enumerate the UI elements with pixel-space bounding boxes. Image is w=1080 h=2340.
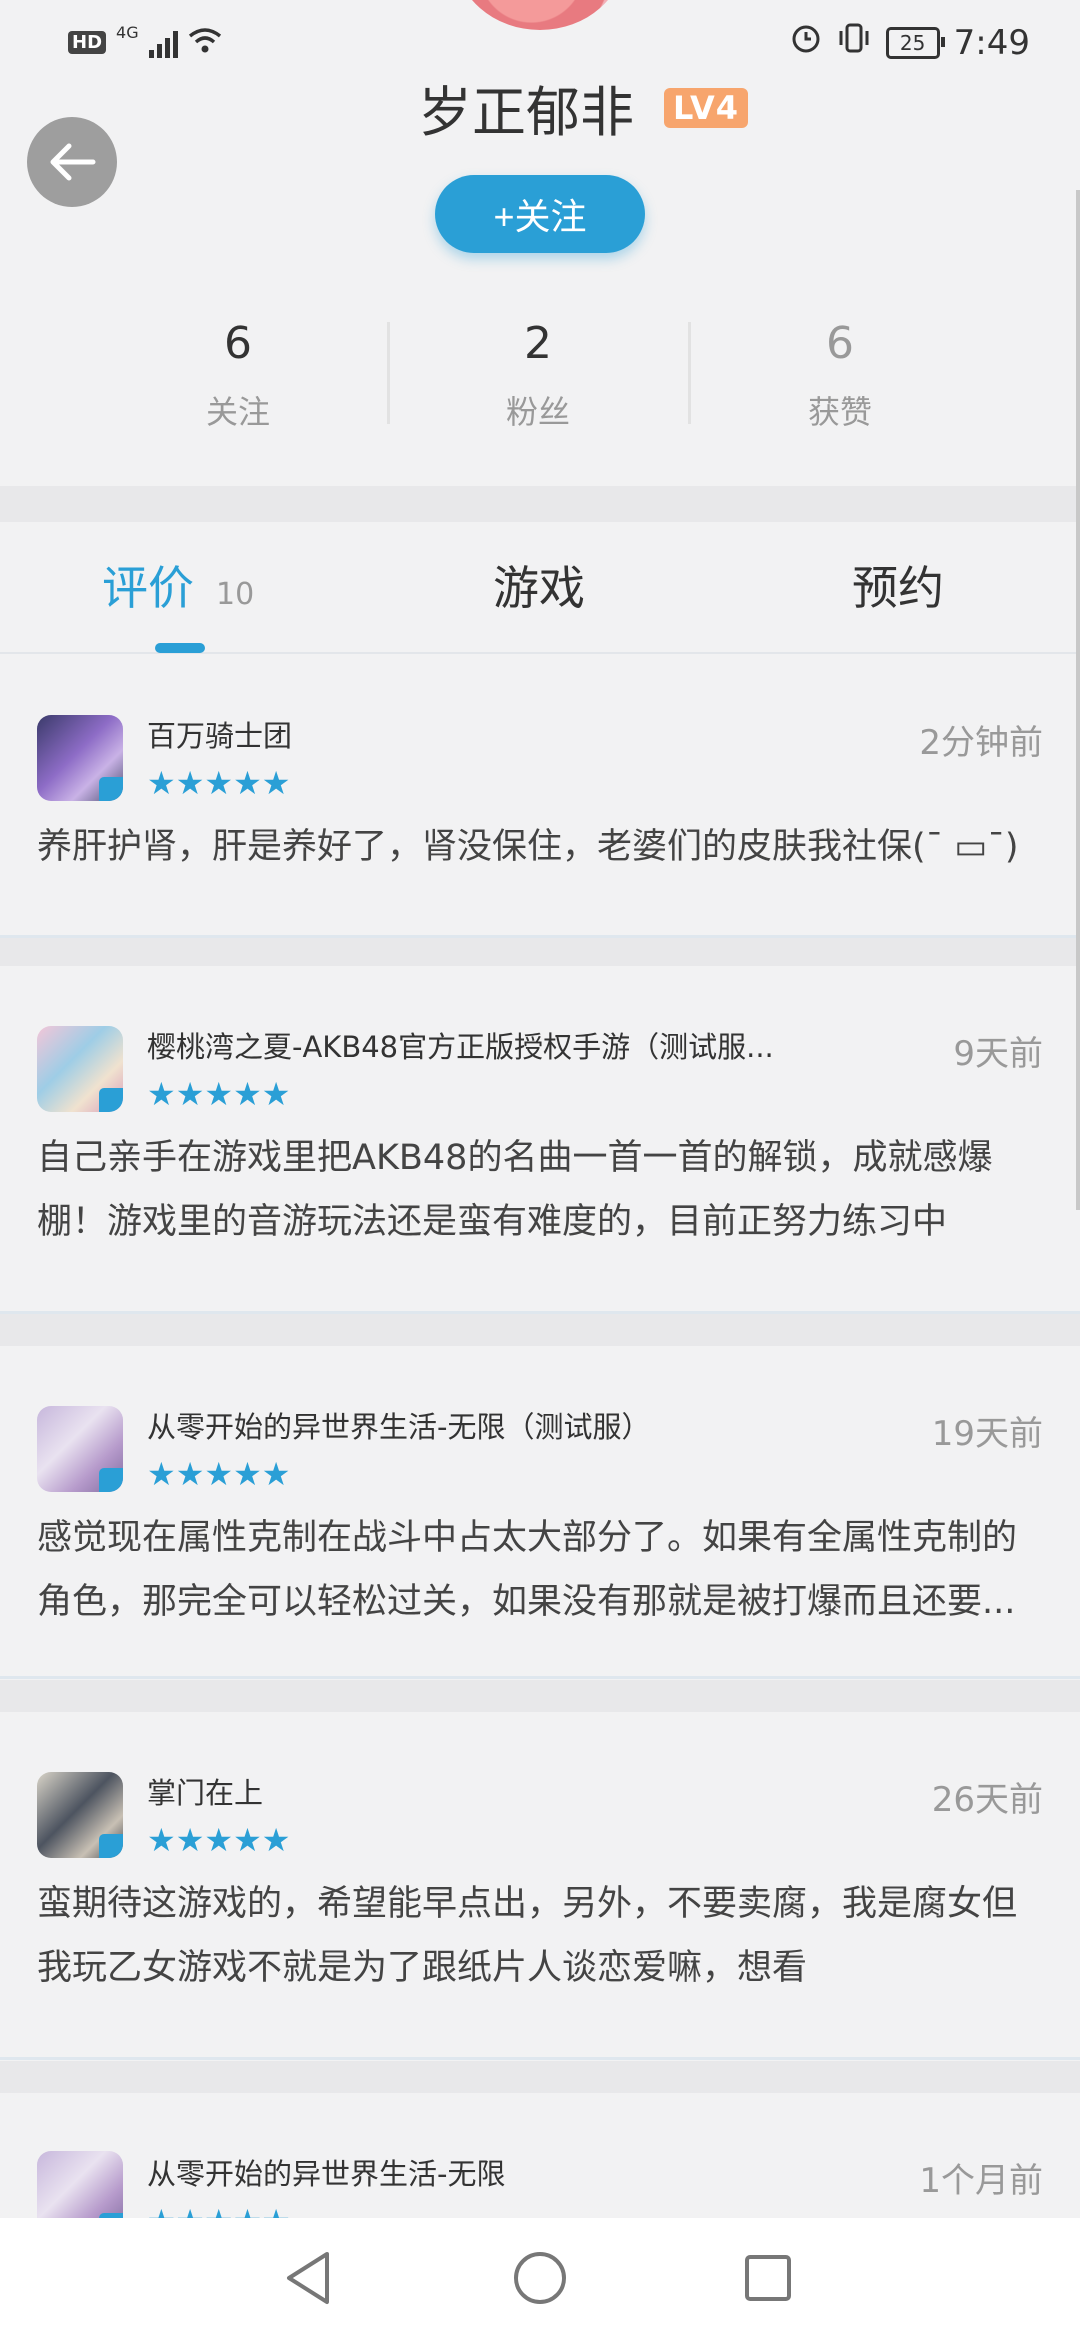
- triangle-back-icon: [287, 2252, 329, 2304]
- divider: [688, 322, 691, 424]
- profile-stats: 6 关注 2 粉丝 6 获赞: [0, 300, 1080, 450]
- clock: 7:49: [953, 22, 1030, 63]
- stat-followers[interactable]: 2 粉丝: [388, 318, 688, 433]
- game-name[interactable]: 从零开始的异世界生活-无限（测试服）: [147, 1404, 787, 1446]
- game-icon[interactable]: [37, 715, 123, 801]
- stat-value: 2: [524, 318, 552, 369]
- stat-value: 6: [826, 318, 854, 369]
- game-name[interactable]: 从零开始的异世界生活-无限: [147, 2151, 787, 2193]
- review-text: 自己亲手在游戏里把AKB48的名曲一首一首的解锁，成就感爆棚！游戏里的音游玩法还…: [37, 1138, 993, 1242]
- vibrate-icon: [836, 22, 872, 63]
- game-icon[interactable]: [37, 1026, 123, 1112]
- review-card[interactable]: 樱桃湾之夏-AKB48官方正版授权手游（测试服... ★★★★★ 9天前 自己亲…: [0, 966, 1080, 1314]
- scrollbar[interactable]: [1076, 190, 1080, 1210]
- rating-stars: ★★★★★: [147, 764, 291, 802]
- card-separator: [0, 2061, 1080, 2093]
- stat-label: 粉丝: [505, 393, 570, 431]
- rating-stars: ★★★★★: [147, 1455, 291, 1493]
- tab-indicator: [155, 643, 205, 653]
- network-type: 4G: [116, 22, 139, 42]
- back-button[interactable]: [27, 117, 117, 207]
- review-time: 9天前: [953, 1034, 1043, 1074]
- review-time: 19天前: [931, 1414, 1043, 1454]
- review-time: 2分钟前: [919, 723, 1043, 763]
- signal-icon: [148, 28, 178, 58]
- review-card[interactable]: 掌门在上 ★★★★★ 26天前 蛮期待这游戏的，希望能早点出，另外，不要卖腐，我…: [0, 1712, 1080, 2060]
- bilibili-icon: [99, 1468, 123, 1492]
- tab-bar: 评价 10 游戏 预约: [0, 522, 1080, 654]
- battery-icon: 25: [885, 26, 945, 59]
- status-right: 25 7:49: [790, 22, 1030, 63]
- stat-following[interactable]: 6 关注: [88, 318, 388, 433]
- tab-games[interactable]: 游戏: [493, 552, 585, 618]
- nav-back-button[interactable]: [278, 2248, 338, 2308]
- stat-label: 关注: [205, 393, 270, 431]
- review-text: 感觉现在属性克制在战斗中占太大部分了。如果有全属性克制的角色，那完全可以轻松过关…: [37, 1518, 1018, 1622]
- system-nav-bar: [0, 2218, 1080, 2340]
- divider: [387, 322, 390, 424]
- tab-label: 游戏: [493, 561, 585, 615]
- game-icon[interactable]: [37, 1772, 123, 1858]
- tab-reservations[interactable]: 预约: [852, 552, 944, 618]
- review-card[interactable]: 从零开始的异世界生活-无限（测试服） ★★★★★ 19天前 感觉现在属性克制在战…: [0, 1346, 1080, 1679]
- nav-recents-button[interactable]: [738, 2248, 798, 2308]
- status-left: HD 4G: [68, 22, 222, 59]
- username: 岁正郁非: [418, 81, 634, 144]
- section-separator: [0, 486, 1080, 522]
- tab-count: 10: [216, 577, 255, 612]
- tab-label: 评价: [102, 561, 194, 615]
- square-recents-icon: [745, 2255, 791, 2301]
- review-card[interactable]: 百万骑士团 ★★★★★ 2分钟前 养肝护肾，肝是养好了，肾没保住，老婆们的皮肤我…: [0, 655, 1080, 938]
- card-separator: [0, 1680, 1080, 1712]
- circle-home-icon: [514, 2252, 566, 2304]
- stat-label: 获赞: [807, 393, 872, 431]
- rating-stars: ★★★★★: [147, 1821, 291, 1859]
- game-name[interactable]: 掌门在上: [147, 1770, 787, 1812]
- review-time: 26天前: [931, 1780, 1043, 1820]
- tab-reviews[interactable]: 评价 10: [102, 552, 254, 618]
- alarm-icon: [790, 22, 822, 63]
- bilibili-icon: [99, 1088, 123, 1112]
- bilibili-icon: [99, 1834, 123, 1858]
- card-separator: [0, 1314, 1080, 1346]
- tab-label: 预约: [852, 561, 944, 615]
- nav-home-button[interactable]: [510, 2248, 570, 2308]
- review-time: 1个月前: [919, 2161, 1043, 2201]
- review-text: 养肝护肾，肝是养好了，肾没保住，老婆们的皮肤我社保(¯ ▭¯): [37, 827, 1019, 867]
- follow-button[interactable]: +关注: [435, 175, 645, 253]
- wifi-icon: [188, 26, 222, 59]
- arrow-left-icon: [50, 143, 96, 181]
- battery-level: 25: [899, 30, 926, 55]
- bilibili-icon: [99, 777, 123, 801]
- hd-icon: HD: [68, 31, 107, 54]
- game-name[interactable]: 百万骑士团: [147, 713, 787, 755]
- review-text: 蛮期待这游戏的，希望能早点出，另外，不要卖腐，我是腐女但我玩乙女游戏不就是为了跟…: [37, 1884, 1018, 1988]
- level-badge: LV4: [664, 88, 748, 128]
- rating-stars: ★★★★★: [147, 1075, 291, 1113]
- game-name[interactable]: 樱桃湾之夏-AKB48官方正版授权手游（测试服...: [147, 1024, 787, 1066]
- stat-value: 6: [224, 318, 252, 369]
- game-icon[interactable]: [37, 1406, 123, 1492]
- card-separator: [0, 938, 1080, 966]
- stat-likes[interactable]: 6 获赞: [690, 318, 990, 433]
